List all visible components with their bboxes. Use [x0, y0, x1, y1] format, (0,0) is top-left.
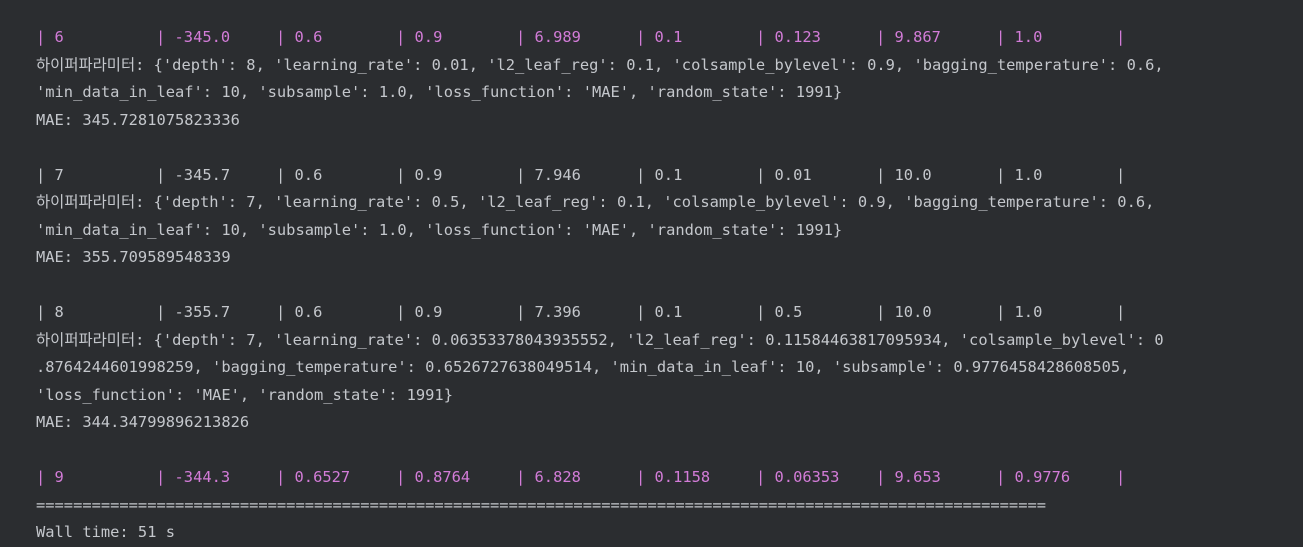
table-cell: | 0.1: [636, 165, 683, 184]
table-cell: | 0.1: [636, 303, 683, 321]
table-cell: |: [1116, 28, 1126, 46]
mae-line: MAE: 344.34799896213826: [36, 413, 250, 431]
table-cell: | 0.6527: [276, 468, 351, 486]
table-cell: | 9.653: [876, 468, 941, 486]
table-cell: | 0.1158: [636, 468, 711, 486]
table-cell: | 0.8764: [396, 468, 471, 486]
hyperparams-line: 하이퍼파라미터: {'depth': 8, 'learning_rate': 0…: [36, 55, 1164, 74]
hyperparams-line: 하이퍼파라미터: {'depth': 7, 'learning_rate': 0…: [36, 330, 1164, 349]
table-cell: | 0.06353: [756, 468, 840, 486]
table-cell: | 7.946: [516, 165, 581, 184]
table-cell: | 0.6: [276, 165, 323, 184]
result-row-9: | 9 | -344.3 | 0.6527 | 0.8764 | 6.828 |…: [36, 464, 1303, 492]
table-cell: | 6.989: [516, 28, 581, 46]
table-cell: | 10.0: [876, 303, 932, 321]
table-cell: | -345.0: [156, 28, 231, 46]
table-cell: | -355.7: [156, 303, 231, 321]
table-cell: | 0.9: [396, 28, 443, 46]
hyperparams-line: 'min_data_in_leaf': 10, 'subsample': 1.0…: [36, 83, 843, 101]
result-row-7: | 7 | -345.7 | 0.6 | 0.9 | 7.946 | 0.1 |…: [36, 162, 1303, 190]
table-cell: | 1.0: [996, 303, 1043, 321]
table-cell: | 0.9: [396, 303, 443, 321]
separator-line: ========================================…: [36, 495, 1046, 514]
table-cell: | 0.1: [636, 28, 683, 46]
result-row-8: | 8 | -355.7 | 0.6 | 0.9 | 7.396 | 0.1 |…: [36, 299, 1303, 327]
hyperparams-line: 'min_data_in_leaf': 10, 'subsample': 1.0…: [36, 220, 843, 239]
table-cell: | 6.828: [516, 468, 581, 486]
table-cell: | 0.6: [276, 28, 323, 46]
table-cell: | 6: [36, 28, 64, 46]
table-cell: | 0.123: [756, 28, 821, 46]
table-cell: |: [1116, 468, 1126, 486]
table-cell: | 7.396: [516, 303, 581, 321]
hyperparams-line: .8764244601998259, 'bagging_temperature'…: [36, 358, 1130, 376]
table-cell: | 0.9776: [996, 468, 1071, 486]
table-cell: | 1.0: [996, 165, 1043, 184]
console-output: | 6 | -345.0 | 0.6 | 0.9 | 6.989 | 0.1 |…: [0, 0, 1303, 547]
table-cell: | 0.5: [756, 303, 803, 321]
mae-line: MAE: 355.709589548339: [36, 248, 231, 266]
table-cell: |: [1116, 165, 1126, 184]
table-cell: |: [1116, 303, 1126, 321]
table-cell: | -344.3: [156, 468, 231, 486]
hyperparams-line: 'loss_function': 'MAE', 'random_state': …: [36, 385, 453, 404]
table-cell: | 0.6: [276, 303, 323, 321]
wall-time-line: Wall time: 51 s: [36, 523, 175, 541]
result-row-6: | 6 | -345.0 | 0.6 | 0.9 | 6.989 | 0.1 |…: [36, 24, 1303, 52]
table-cell: | 9.867: [876, 28, 941, 46]
table-cell: | 0.9: [396, 165, 443, 184]
hyperparams-line: 하이퍼파라미터: {'depth': 7, 'learning_rate': 0…: [36, 193, 1155, 211]
table-cell: | 9: [36, 468, 64, 486]
table-cell: | 8: [36, 303, 64, 321]
table-cell: | 0.01: [756, 165, 812, 184]
mae-line: MAE: 345.7281075823336: [36, 110, 240, 129]
table-cell: | 1.0: [996, 28, 1043, 46]
table-cell: | 10.0: [876, 165, 932, 184]
table-cell: | 7: [36, 165, 64, 184]
table-cell: | -345.7: [156, 165, 231, 184]
